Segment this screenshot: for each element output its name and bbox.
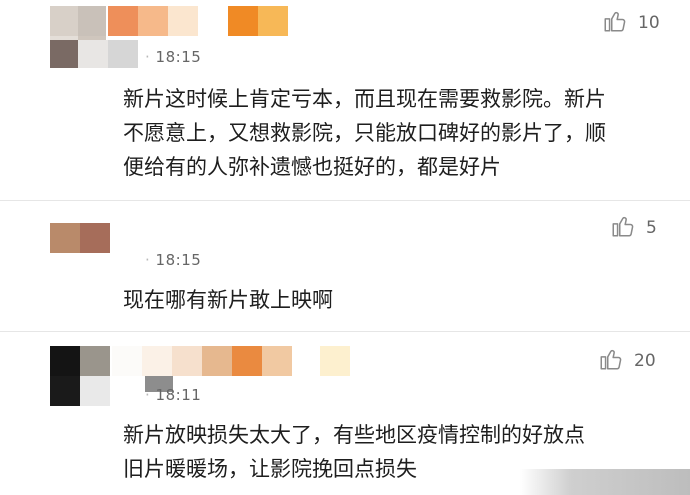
like-count: 5 (646, 218, 657, 238)
comment-text: 新片放映损失太大了，有些地区疫情控制的好放点 旧片暖暖场，让影院挽回点损失 (123, 418, 585, 486)
comment-time: · 18:15 (145, 48, 202, 66)
thumbs-up-icon (610, 213, 636, 243)
comment-item: · 18:15 5 现在哪有新片敢上映啊 (0, 201, 690, 331)
comment-time: · 18:11 (145, 386, 202, 404)
comment-screen: { "comments": [ { "time": "18:15", "time… (0, 0, 690, 495)
comment-text: 新片这时候上肯定亏本，而且现在需要救影院。新片 不愿意上，又想救影院，只能放口碑… (123, 82, 606, 184)
like-count: 20 (634, 351, 656, 371)
thumbs-up-icon (602, 8, 628, 38)
like-count: 10 (638, 13, 660, 33)
thumbs-up-icon (598, 346, 624, 376)
like-button[interactable]: 5 (610, 213, 657, 243)
comment-item: · 18:15 10 新片这时候上肯定亏本，而且现在需要救影院。新片 不愿意上，… (0, 0, 690, 200)
like-button[interactable]: 10 (602, 8, 660, 38)
comment-line: 便给有的人弥补遗憾也挺好的，都是好片 (123, 155, 501, 179)
comment-text: 现在哪有新片敢上映啊 (123, 283, 333, 317)
comment-line: 新片这时候上肯定亏本，而且现在需要救影院。新片 (123, 87, 606, 111)
avatar-lower-redacted (50, 40, 138, 68)
avatar[interactable] (50, 346, 110, 406)
comment-line: 旧片暖暖场，让影院挽回点损失 (123, 457, 417, 481)
username-redacted[interactable] (108, 6, 288, 36)
comment-line: 现在哪有新片敢上映啊 (123, 288, 333, 312)
watermark-strip (520, 469, 690, 495)
username-redacted[interactable] (112, 346, 350, 376)
comment-line: 不愿意上，又想救影院，只能放口碑好的影片了，顺 (123, 121, 606, 145)
avatar[interactable] (50, 223, 110, 253)
like-button[interactable]: 20 (598, 346, 656, 376)
comment-line: 新片放映损失太大了，有些地区疫情控制的好放点 (123, 423, 585, 447)
comment-time: · 18:15 (145, 251, 202, 269)
